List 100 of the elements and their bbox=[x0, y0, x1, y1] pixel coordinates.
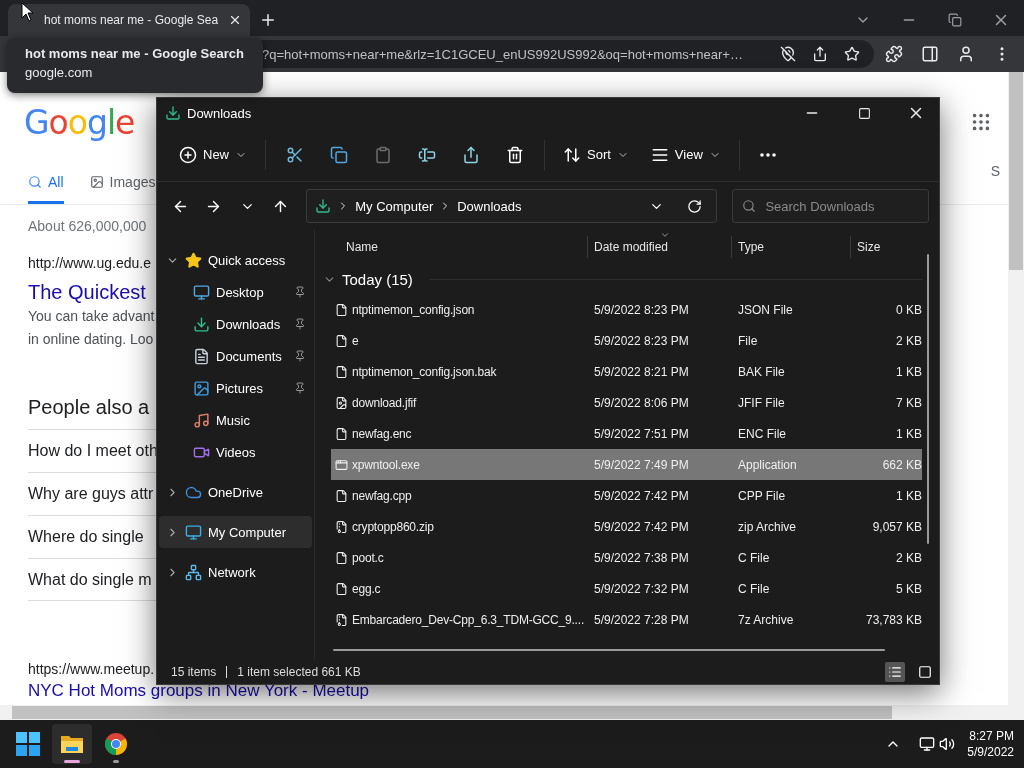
file-row[interactable]: ntptimemon_config.json.bak 5/9/2022 8:21 PM BAK File 1 KB bbox=[331, 356, 922, 387]
nav-item[interactable]: Music bbox=[159, 404, 312, 436]
file-type: 7z Archive bbox=[737, 612, 795, 627]
file-name: Embarcadero_Dev-Cpp_6.3_TDM-GCC_9.... bbox=[352, 612, 586, 627]
apps-grid-icon[interactable] bbox=[970, 111, 992, 133]
result-title-link[interactable]: NYC Hot Moms groups in New York - Meetup bbox=[28, 682, 370, 699]
file-size: 1 KB bbox=[895, 426, 922, 441]
file-row[interactable]: e 5/9/2022 8:23 PM File 2 KB bbox=[331, 325, 922, 356]
pin-icon bbox=[294, 382, 306, 394]
close-icon[interactable] bbox=[228, 13, 242, 27]
nav-item[interactable]: Pictures bbox=[159, 372, 312, 404]
file-row[interactable]: cryptopp860.zip 5/9/2022 7:42 PM zip Archive 9,057 KB bbox=[331, 511, 922, 542]
result-title-link[interactable]: The Quickest bbox=[28, 279, 146, 305]
file-name: download.jfif bbox=[352, 395, 418, 410]
section-heading: People also a bbox=[28, 395, 150, 420]
file-type: JFIF File bbox=[737, 395, 786, 410]
mouse-cursor-icon bbox=[21, 2, 35, 22]
file-icon bbox=[335, 301, 348, 318]
volume-icon[interactable] bbox=[939, 736, 956, 752]
search-icon bbox=[28, 175, 42, 189]
scrollbar-thumb[interactable] bbox=[927, 254, 929, 544]
network-icon[interactable] bbox=[919, 736, 936, 752]
file-size: 7 KB bbox=[895, 395, 922, 410]
computer-icon bbox=[185, 523, 202, 541]
nav-item[interactable]: Downloads bbox=[159, 308, 312, 340]
column-header[interactable]: Type bbox=[732, 230, 851, 264]
bookmark-star-icon[interactable] bbox=[844, 46, 860, 62]
star-icon bbox=[185, 251, 202, 269]
clock-date[interactable]: 5/9/2022 bbox=[967, 744, 1014, 760]
file-row[interactable]: newfag.enc 5/9/2022 7:51 PM ENC File 1 KB bbox=[331, 418, 922, 449]
new-icon bbox=[179, 145, 197, 164]
column-header[interactable]: Size bbox=[851, 230, 922, 264]
column-header[interactable]: Date modified bbox=[588, 230, 732, 264]
windows-start-icon[interactable] bbox=[16, 732, 40, 756]
archive-icon bbox=[335, 611, 348, 628]
nav-item[interactable]: Desktop bbox=[159, 276, 312, 308]
search-tab[interactable]: All bbox=[28, 166, 64, 204]
image-icon bbox=[89, 175, 104, 189]
clock-time[interactable]: 8:27 PM bbox=[969, 728, 1014, 744]
restore-icon[interactable] bbox=[948, 13, 962, 27]
breadcrumb[interactable]: Downloads bbox=[457, 198, 522, 214]
details-view-button[interactable] bbox=[885, 662, 905, 682]
nav-item[interactable]: OneDrive bbox=[159, 476, 312, 508]
column-header[interactable]: Name bbox=[331, 230, 588, 264]
download-icon bbox=[315, 198, 332, 214]
nav-item[interactable]: Network bbox=[159, 556, 312, 588]
search-field[interactable]: Search Downloads bbox=[732, 189, 929, 223]
nav-item[interactable]: My Computer bbox=[159, 516, 312, 548]
file-row[interactable]: poot.c 5/9/2022 7:38 PM C File 2 KB bbox=[331, 542, 922, 573]
breadcrumb[interactable]: My Computer bbox=[355, 198, 434, 214]
file-row[interactable]: download.jfif 5/9/2022 8:06 PM JFIF File 7 KB bbox=[331, 387, 922, 418]
paste-icon bbox=[374, 145, 392, 164]
nav-item[interactable]: Quick access bbox=[159, 244, 312, 276]
search-tab[interactable]: S bbox=[990, 163, 1000, 179]
google-logo[interactable]: Google bbox=[24, 102, 135, 142]
refresh-icon[interactable] bbox=[686, 198, 702, 214]
profile-icon[interactable] bbox=[957, 45, 975, 63]
nav-item[interactable]: Videos bbox=[159, 436, 312, 468]
file-name: e bbox=[352, 333, 360, 348]
download-icon bbox=[193, 315, 210, 333]
file-type: C File bbox=[737, 581, 771, 596]
file-row[interactable]: ntptimemon_config.json 5/9/2022 8:23 PM JSON File 0 KB bbox=[331, 294, 922, 325]
file-type: Application bbox=[737, 457, 798, 472]
sort-button[interactable]: Sort bbox=[553, 136, 639, 173]
result-snippet: You can take advant bbox=[28, 307, 155, 326]
tooltip-domain: google.com bbox=[25, 65, 94, 80]
address-bar[interactable]: My Computer Downloads bbox=[306, 189, 718, 223]
folder-icon bbox=[60, 733, 84, 755]
file-row[interactable]: Embarcadero_Dev-Cpp_6.3_TDM-GCC_9.... 5/9/2022 7:28 PM 7z Archive 73,783 KB bbox=[331, 604, 922, 635]
file-row[interactable]: egg.c 5/9/2022 7:32 PM C File 5 KB bbox=[331, 573, 922, 604]
music-icon bbox=[193, 411, 210, 429]
file-explorer-taskbar-button[interactable] bbox=[52, 724, 92, 764]
file-date: 5/9/2022 7:38 PM bbox=[593, 550, 690, 565]
pin-icon bbox=[294, 350, 306, 362]
file-type: CPP File bbox=[737, 488, 787, 503]
file-row[interactable]: newfag.cpp 5/9/2022 7:42 PM CPP File 1 KB bbox=[331, 480, 922, 511]
file-name: newfag.cpp bbox=[352, 488, 413, 503]
file-type: File bbox=[737, 333, 759, 348]
horizontal-scrollbar[interactable] bbox=[0, 705, 1024, 720]
file-row[interactable]: xpwntool.exe 5/9/2022 7:49 PM Application 662 KB bbox=[331, 449, 922, 480]
file-size: 1 KB bbox=[895, 364, 922, 379]
extensions-icon[interactable] bbox=[885, 45, 903, 63]
group-header[interactable]: Today (15) bbox=[323, 264, 939, 294]
vertical-scrollbar[interactable] bbox=[1008, 72, 1024, 705]
new-tab-icon[interactable] bbox=[259, 11, 277, 29]
nav-item[interactable]: Documents bbox=[159, 340, 312, 372]
network-icon bbox=[185, 563, 202, 581]
new-button[interactable]: New bbox=[169, 136, 257, 173]
search-tab[interactable]: Images bbox=[89, 166, 156, 204]
map-pin-off-icon[interactable] bbox=[780, 46, 796, 62]
download-icon bbox=[165, 105, 181, 121]
file-name: newfag.enc bbox=[352, 426, 413, 441]
view-button[interactable]: View bbox=[640, 136, 731, 173]
scrollbar-thumb[interactable] bbox=[333, 649, 885, 651]
file-date: 5/9/2022 8:23 PM bbox=[593, 333, 690, 348]
maximize-icon[interactable] bbox=[857, 106, 871, 120]
share-icon[interactable] bbox=[812, 46, 828, 62]
file-name: xpwntool.exe bbox=[352, 457, 421, 472]
side-panel-icon[interactable] bbox=[921, 45, 939, 63]
browser-tab[interactable]: hot moms near me - Google Sea bbox=[8, 4, 250, 36]
